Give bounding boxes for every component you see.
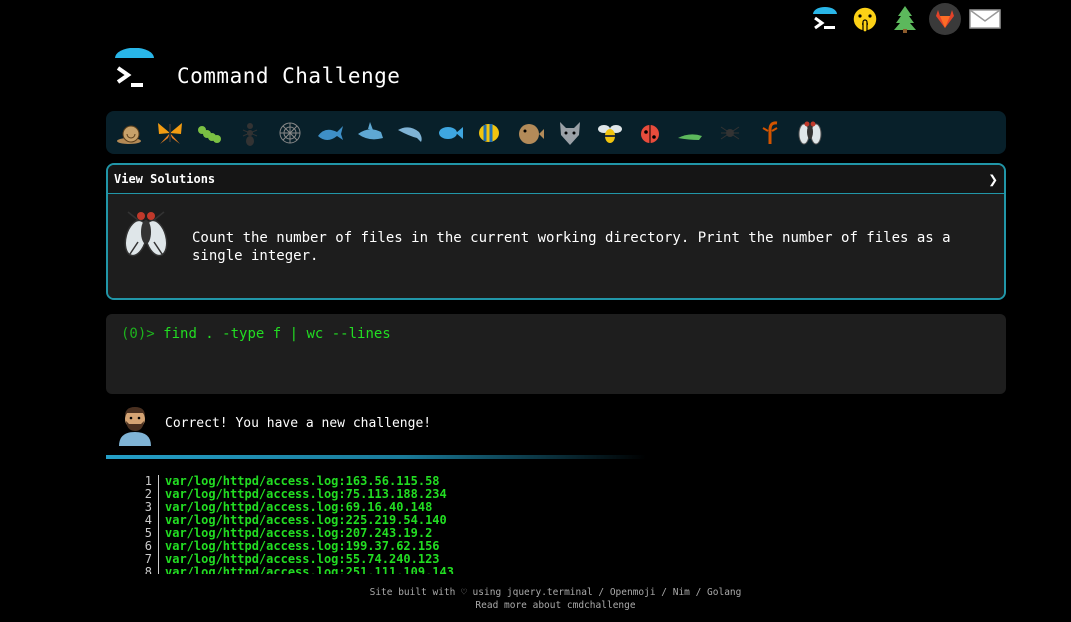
- footer-read-more-link[interactable]: Read more about cmdchallenge: [0, 600, 1071, 611]
- challenge-description: Count the number of files in the current…: [192, 230, 951, 264]
- avatar: [115, 404, 155, 446]
- challenge-strip: [106, 111, 1006, 154]
- tree-icon[interactable]: [888, 2, 922, 36]
- tropical-fish-icon[interactable]: [474, 117, 506, 149]
- ladybug-icon[interactable]: [634, 117, 666, 149]
- terminal-icon[interactable]: [808, 2, 842, 36]
- scorpion-icon[interactable]: [754, 117, 786, 149]
- wolf-icon[interactable]: [554, 117, 586, 149]
- page-title: Command Challenge: [177, 64, 401, 88]
- view-solutions-label: View Solutions: [114, 172, 216, 186]
- gitlab-icon[interactable]: [928, 2, 962, 36]
- challenge-body: Count the number of files in the current…: [108, 194, 1004, 298]
- terminal[interactable]: (0)> find . -type f | wc --lines: [106, 314, 1006, 394]
- challenge-panel: View Solutions ❯ Count the number of fil…: [106, 163, 1006, 300]
- terminal-command-input[interactable]: find . -type f | wc --lines: [163, 326, 391, 342]
- top-links: [808, 2, 1002, 36]
- line-number: 8: [130, 566, 159, 574]
- cricket-icon[interactable]: [674, 117, 706, 149]
- list-item: 8 var/log/httpd/access.log:251.111.109.14…: [130, 566, 630, 574]
- logo-icon: [110, 47, 158, 94]
- chevron-right-icon[interactable]: ❯: [988, 170, 998, 189]
- snail-icon[interactable]: [114, 117, 146, 149]
- ant-icon[interactable]: [234, 117, 266, 149]
- blowfish-icon[interactable]: [514, 117, 546, 149]
- view-solutions-toggle[interactable]: View Solutions ❯: [108, 165, 1004, 194]
- output-list[interactable]: 1 var/log/httpd/access.log:163.56.115.58 …: [130, 475, 630, 574]
- caterpillar-icon[interactable]: [194, 117, 226, 149]
- shark-icon[interactable]: [354, 117, 386, 149]
- terminal-prompt: (0)>: [121, 326, 155, 342]
- dolphin-icon[interactable]: [394, 117, 426, 149]
- fly-icon[interactable]: [794, 117, 826, 149]
- line-text: var/log/httpd/access.log:251.111.109.143: [165, 565, 454, 575]
- fish-icon[interactable]: [434, 117, 466, 149]
- result-message: Correct! You have a new challenge!: [165, 416, 432, 431]
- bee-icon[interactable]: [594, 117, 626, 149]
- spiderweb-icon[interactable]: [274, 117, 306, 149]
- butterfly-icon[interactable]: [154, 117, 186, 149]
- shushing-face-icon[interactable]: [848, 2, 882, 36]
- footer-credits[interactable]: Site built with ♡ using jquery.terminal …: [0, 587, 1071, 598]
- whale-icon[interactable]: [314, 117, 346, 149]
- mail-icon[interactable]: [968, 2, 1002, 36]
- spider-icon[interactable]: [714, 117, 746, 149]
- fly-icon: [120, 208, 172, 260]
- divider: [106, 455, 646, 459]
